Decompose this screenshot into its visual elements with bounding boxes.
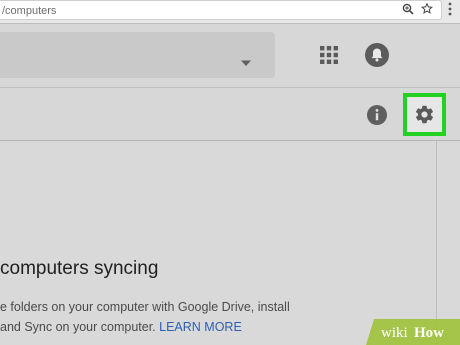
toolbar	[0, 88, 460, 141]
learn-more-link[interactable]: LEARN MORE	[159, 320, 242, 334]
more-vert-icon[interactable]	[447, 2, 453, 16]
address-bar[interactable]: /computers	[0, 0, 442, 20]
search-box[interactable]	[0, 32, 275, 78]
settings-button[interactable]	[403, 93, 446, 136]
caret-down-icon[interactable]	[240, 59, 252, 67]
svg-text:How: How	[414, 325, 444, 341]
settings-gear-icon[interactable]	[414, 104, 435, 125]
star-icon[interactable]	[421, 2, 433, 15]
sync-description-line2: and Sync on your computer. LEARN MORE	[0, 320, 242, 334]
sync-headline: computers syncing	[0, 258, 159, 279]
apps-grid-icon[interactable]	[320, 46, 338, 64]
app-header	[0, 24, 460, 87]
url-text[interactable]: /computers	[2, 5, 56, 17]
scrollbar-track	[436, 141, 437, 345]
svg-text:wiki: wiki	[381, 325, 408, 341]
notifications-bell-icon[interactable]	[365, 43, 389, 67]
zoom-icon[interactable]	[402, 3, 414, 15]
browser-chrome: /computers	[0, 0, 460, 24]
sync-description-line1: e folders on your computer with Google D…	[0, 300, 290, 314]
info-icon[interactable]	[366, 104, 388, 126]
wikihow-watermark: wiki How	[366, 319, 460, 345]
sync-description-text: and Sync on your computer.	[0, 320, 156, 334]
